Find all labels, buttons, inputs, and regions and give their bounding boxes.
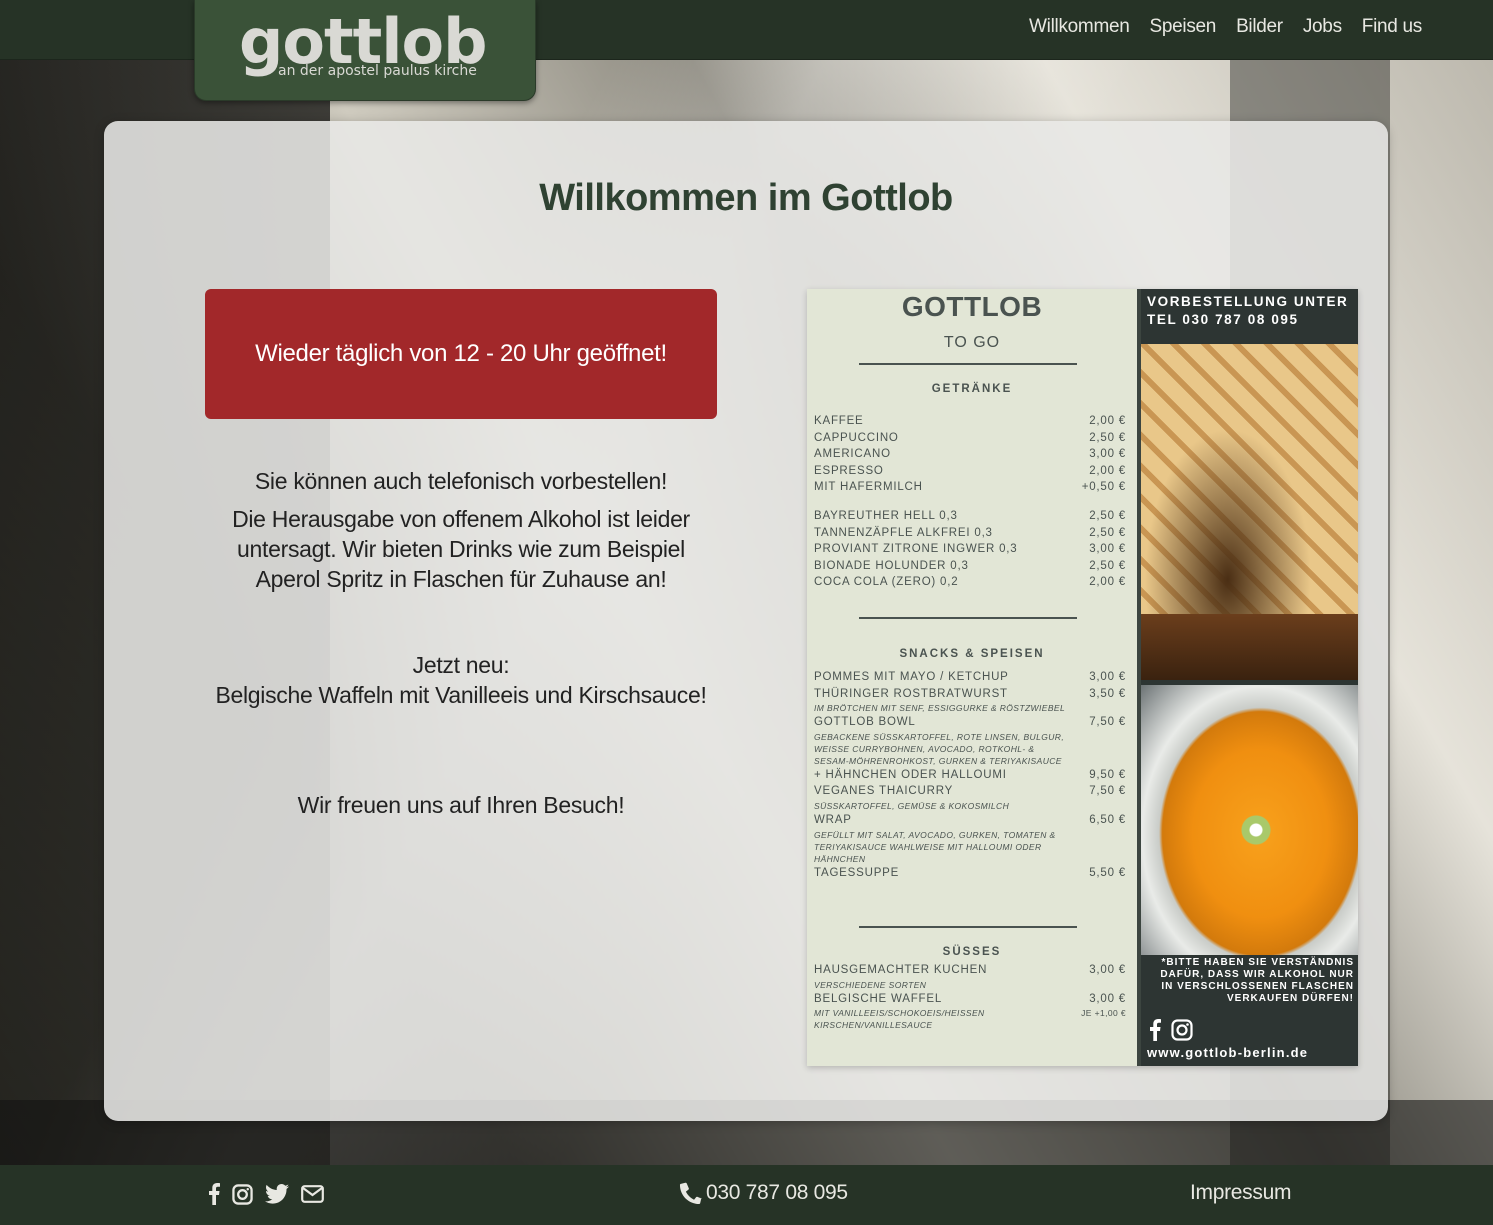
- alcohol-text: Die Herausgabe von offenem Alkohol ist l…: [232, 506, 690, 592]
- menu-item: CAPPUCCINO 2,50 €: [814, 431, 1126, 444]
- menu-section-heading: GETRÄNKE: [931, 383, 1013, 395]
- menu-rule: [859, 363, 1077, 365]
- nav-item-willkommen[interactable]: Willkommen: [1029, 16, 1130, 38]
- menu-item: ESPRESSO 2,00 €: [814, 464, 1126, 477]
- menu-note: GEFÜLLT MIT SALAT, AVOCADO, GURKEN, TOMA…: [814, 829, 1056, 864]
- twitter-icon[interactable]: [265, 1184, 289, 1204]
- welcome-card: Willkommen im Gottlob Wieder täglich von…: [104, 121, 1388, 1121]
- menu-note: IM BRÖTCHEN MIT SENF, ESSIGGURKE & RÖSTZ…: [814, 703, 1066, 714]
- menu-item: BIONADE HOLUNDER 0,3 2,50 €: [814, 559, 1126, 572]
- opening-hours-banner: Wieder täglich von 12 - 20 Uhr geöffnet!: [205, 289, 717, 419]
- soup-photo: [1141, 685, 1358, 955]
- website-text: www.gottlob-berlin.de: [1147, 1045, 1309, 1060]
- menu-note: MIT VANILLEEIS/SCHOKOEIS/HEISSEN KIRSCHE…: [814, 1008, 985, 1031]
- menu-list-panel: GOTTLOB TO GO GETRÄNKE KAFFEE 2,00 € CAPP…: [807, 289, 1137, 1066]
- new-item-text: Belgische Waffeln mit Vanilleeis und Kir…: [215, 682, 707, 708]
- top-navbar: gottlob an der apostel paulus kirche Wil…: [0, 0, 1493, 101]
- menu-item: TAGESSUPPE 5,50 €: [814, 866, 1126, 879]
- menu-rule: [859, 926, 1077, 928]
- menu-item: GOTTLOB BOWL 7,50 €: [814, 716, 1126, 729]
- page-title: Willkommen im Gottlob: [539, 177, 953, 219]
- phone-number: 030 787 08 095: [706, 1181, 848, 1204]
- instagram-icon: [1171, 1019, 1193, 1041]
- menu-section-heading: SÜSSES: [942, 946, 1002, 958]
- footer-phone[interactable]: 030 787 08 095: [679, 1181, 848, 1205]
- logo[interactable]: gottlob an der apostel paulus kirche: [194, 0, 536, 101]
- menu-item: PROVIANT ZITRONE INGWER 0,3 3,00 €: [814, 543, 1126, 556]
- menu-subtitle: TO GO: [943, 334, 1001, 351]
- menu-item: TANNENZÄPFLE ALKFREI 0,3 2,50 €: [814, 526, 1126, 539]
- welcome-text: Sie können auch telefonisch vorbestellen…: [205, 466, 717, 820]
- menu-item: + HÄHNCHEN ODER HALLOUMI 9,50 €: [814, 768, 1126, 781]
- footer-social-links: [208, 1183, 324, 1205]
- menu-item: WRAP 6,50 €: [814, 813, 1126, 826]
- menu-social-icons: [1149, 1019, 1193, 1041]
- menu-item: AMERICANO 3,00 €: [814, 448, 1126, 461]
- mail-icon[interactable]: [301, 1185, 324, 1203]
- nav-item-find-us[interactable]: Find us: [1362, 16, 1423, 38]
- drinks-list: KAFFEE 2,00 € CAPPUCCINO 2,50 € AMERICANO 3…: [814, 413, 1126, 496]
- menu-note: VERSCHIEDENE SORTEN: [814, 979, 927, 990]
- to-go-menu-image[interactable]: GOTTLOB TO GO GETRÄNKE KAFFEE 2,00 € CAPP…: [807, 289, 1358, 1066]
- impressum-link[interactable]: Impressum: [1190, 1181, 1291, 1205]
- main-nav: Willkommen Speisen Bilder Jobs Find us: [1029, 16, 1422, 38]
- menu-item: KAFFEE 2,00 €: [814, 415, 1126, 427]
- preorder-text: Sie können auch telefonisch vorbestellen…: [254, 468, 668, 494]
- waffle-photo: [1141, 344, 1358, 680]
- facebook-icon[interactable]: [208, 1183, 220, 1205]
- footer: 030 787 08 095 Impressum: [0, 1165, 1493, 1225]
- menu-note: GEBACKENE SÜSSKARTOFFEL, ROTE LINSEN, BU…: [814, 731, 1065, 766]
- closing-text: Wir freuen uns auf Ihren Besuch!: [297, 792, 625, 818]
- alcohol-note: *BITTE HABEN SIE VERSTÄNDNIS DAFÜR, DASS…: [1160, 957, 1354, 1004]
- facebook-icon: [1149, 1019, 1161, 1041]
- opening-hours-text: Wieder täglich von 12 - 20 Uhr geöffnet!: [255, 340, 667, 367]
- menu-item: VEGANES THAICURRY 7,50 €: [814, 785, 1126, 798]
- menu-photo-panel: VORBESTELLUNG UNTER TEL 030 787 08 095 *…: [1141, 289, 1358, 1066]
- nav-item-speisen[interactable]: Speisen: [1150, 16, 1217, 38]
- menu-note: JE +1,00 €: [1081, 1008, 1126, 1019]
- new-heading: Jetzt neu:: [412, 652, 510, 678]
- nav-item-jobs[interactable]: Jobs: [1303, 16, 1342, 38]
- sweets-list: HAUSGEMACHTER KUCHEN 3,00 € VERSCHIEDENE …: [814, 962, 1126, 1031]
- menu-item: COCA COLA (ZERO) 0,2 2,00 €: [814, 576, 1126, 589]
- menu-section-heading: SNACKS & SPEISEN: [899, 648, 1045, 660]
- menu-note: SÜSSKARTOFFEL, GEMÜSE & KOKOSMILCH: [814, 800, 1010, 811]
- menu-item: THÜRINGER ROSTBRATWURST 3,50 €: [814, 687, 1126, 700]
- menu-item: MIT HAFERMILCH +0,50 €: [814, 481, 1126, 494]
- beverages-list: BAYREUTHER HELL 0,3 2,50 € TANNENZÄPFLE A…: [814, 508, 1126, 591]
- menu-item: POMMES MIT MAYO / KETCHUP 3,00 €: [814, 671, 1126, 683]
- phone-icon: [679, 1182, 702, 1205]
- menu-item: HAUSGEMACHTER KUCHEN 3,00 €: [814, 964, 1126, 976]
- menu-item: BAYREUTHER HELL 0,3 2,50 €: [814, 510, 1126, 522]
- snacks-list: POMMES MIT MAYO / KETCHUP 3,00 € THÜRINGE…: [814, 669, 1126, 881]
- instagram-icon[interactable]: [232, 1183, 253, 1205]
- menu-item: BELGISCHE WAFFEL 3,00 €: [814, 992, 1126, 1005]
- menu-rule: [859, 617, 1077, 619]
- order-text: VORBESTELLUNG UNTER TEL 030 787 08 095: [1147, 294, 1349, 327]
- menu-title: GOTTLOB: [901, 291, 1043, 322]
- nav-item-bilder[interactable]: Bilder: [1236, 16, 1283, 38]
- logo-subtitle: an der apostel paulus kirche: [278, 63, 477, 79]
